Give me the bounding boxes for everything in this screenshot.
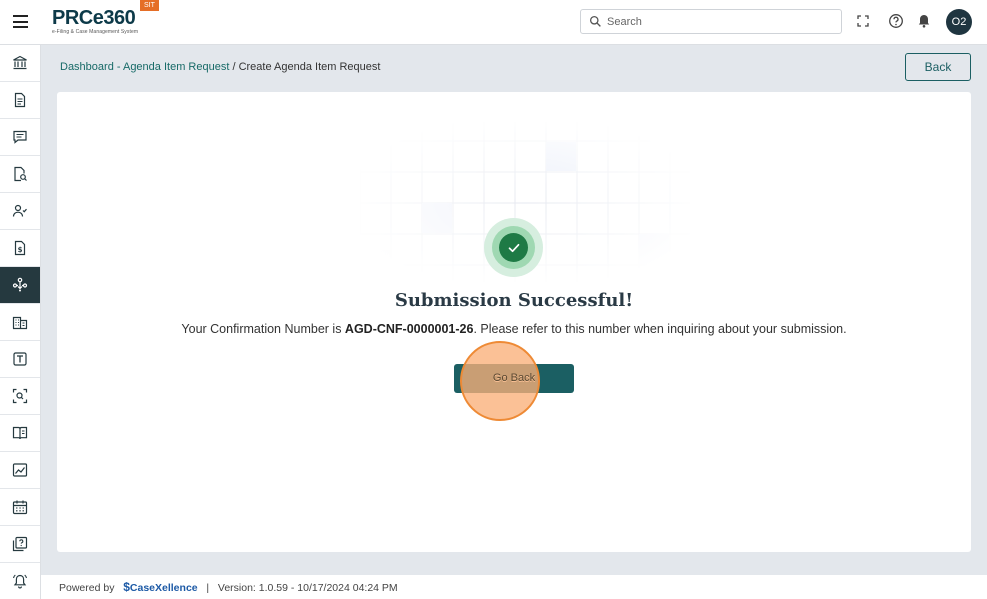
search-box[interactable] — [580, 9, 842, 34]
top-header: PRCe360 e-Filing & Case Management Syste… — [0, 0, 987, 45]
bank-icon — [13, 55, 27, 70]
logo-subtitle: e-Filing & Case Management System — [52, 29, 139, 35]
sidebar-item-agenda[interactable] — [0, 267, 40, 304]
breadcrumb-link-agenda[interactable]: Dashboard - Agenda Item Request — [60, 61, 229, 73]
book-icon — [12, 426, 28, 440]
brand-name[interactable]: CaseXellence — [130, 582, 198, 594]
confirmation-number: AGD-CNF-0000001-26 — [344, 322, 474, 336]
breadcrumb-current: Create Agenda Item Request — [238, 61, 381, 73]
fullscreen-icon[interactable] — [855, 13, 871, 29]
sidebar-item-templates[interactable] — [0, 341, 40, 378]
menu-icon[interactable] — [13, 15, 28, 28]
help-icon[interactable] — [888, 13, 904, 29]
version-info: Version: 1.0.59 - 10/17/2024 04:24 PM — [217, 582, 398, 594]
powered-by-label: Powered by — [59, 582, 115, 594]
hierarchy-icon — [12, 277, 28, 292]
calendar-icon — [12, 500, 28, 515]
environment-badge: SIT — [140, 0, 159, 11]
sidebar-item-documents[interactable] — [0, 82, 40, 119]
scan-search-icon — [12, 388, 28, 404]
success-check-icon — [499, 233, 528, 262]
footer: Powered by $CaseXellence | Version: 1.0.… — [41, 575, 987, 599]
footer-separator: | — [206, 582, 210, 594]
search-icon — [589, 15, 601, 27]
sidebar-item-scan[interactable] — [0, 378, 40, 415]
chat-icon — [13, 130, 27, 144]
document-search-icon — [14, 166, 27, 182]
text-box-icon — [13, 352, 27, 366]
svg-text:$: $ — [18, 246, 23, 254]
sidebar-nav: $ — [0, 45, 41, 599]
confirmation-message: Your Confirmation Number is AGD-CNF-0000… — [57, 322, 971, 336]
sidebar-item-help[interactable] — [0, 526, 40, 563]
users-icon — [12, 204, 27, 217]
user-avatar[interactable]: O2 — [946, 9, 972, 35]
breadcrumb: Dashboard - Agenda Item Request / Create… — [60, 61, 380, 73]
confirmation-suffix: . Please refer to this number when inqui… — [473, 322, 847, 336]
go-back-button[interactable]: Go Back — [454, 364, 574, 393]
building-icon — [12, 316, 28, 330]
back-button[interactable]: Back — [905, 53, 971, 81]
help-copy-icon — [12, 536, 28, 552]
app-logo[interactable]: PRCe360 e-Filing & Case Management Syste… — [52, 8, 138, 35]
sidebar-item-reports[interactable] — [0, 452, 40, 489]
breadcrumb-separator: / — [229, 61, 239, 73]
casexellence-logo-icon: $ — [123, 580, 130, 594]
sidebar-item-organizations[interactable] — [0, 304, 40, 341]
sidebar-item-calendar[interactable] — [0, 489, 40, 526]
sidebar-item-fees[interactable]: $ — [0, 230, 40, 267]
notification-bell-icon[interactable] — [916, 13, 932, 29]
sidebar-item-users[interactable] — [0, 193, 40, 230]
sidebar-item-messages[interactable] — [0, 119, 40, 156]
dollar-file-icon: $ — [14, 240, 26, 256]
success-title: Submission Successful! — [394, 290, 634, 311]
image-chart-icon — [12, 463, 28, 477]
confirmation-prefix: Your Confirmation Number is — [181, 322, 345, 336]
document-icon — [14, 92, 26, 108]
search-input[interactable] — [607, 13, 832, 30]
sidebar-item-library[interactable] — [0, 415, 40, 452]
sidebar-item-alerts[interactable] — [0, 563, 40, 599]
bell-alert-icon — [12, 574, 28, 589]
logo-text: PRCe360 — [52, 7, 136, 29]
sidebar-item-document-search[interactable] — [0, 156, 40, 193]
sidebar-item-home[interactable] — [0, 45, 40, 82]
